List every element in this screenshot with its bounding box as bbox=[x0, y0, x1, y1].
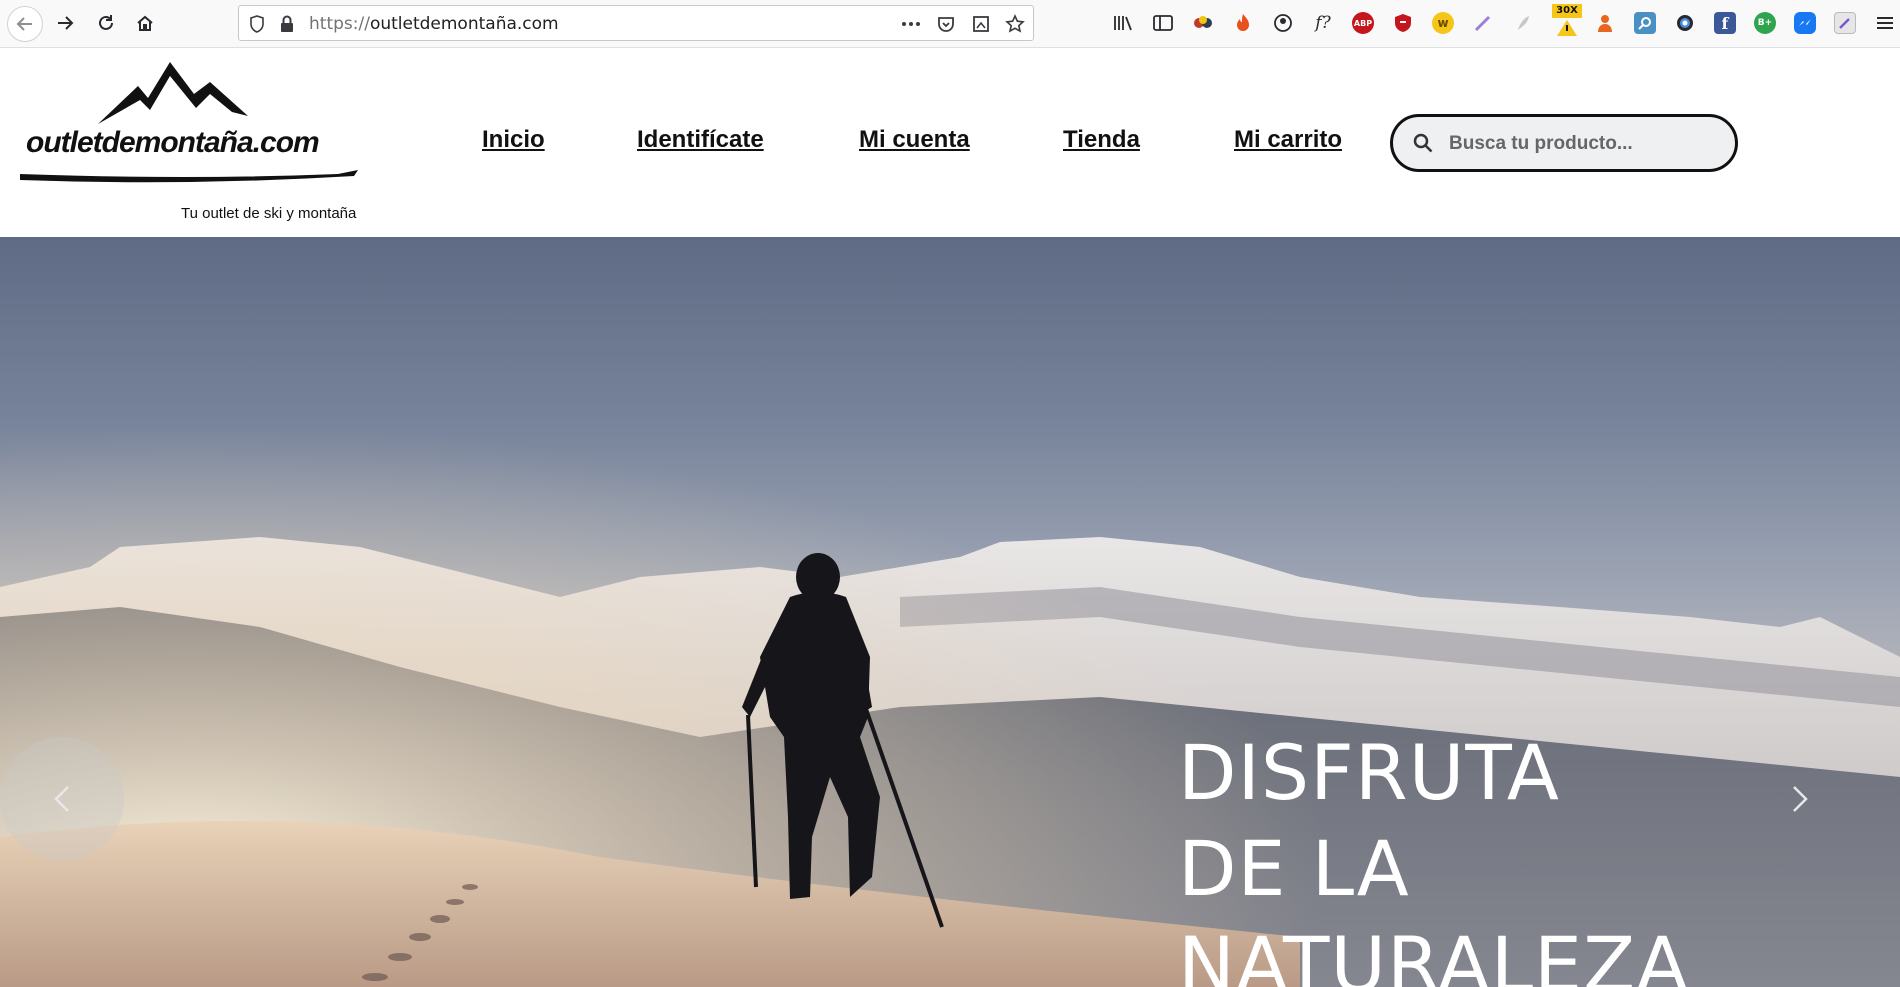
color-picker-icon[interactable] bbox=[1192, 12, 1214, 34]
warning-badge-label: 30X bbox=[1552, 4, 1582, 18]
search-icon bbox=[1413, 133, 1433, 153]
nav-identificate[interactable]: Identifícate bbox=[637, 126, 764, 154]
search-input[interactable] bbox=[1447, 127, 1721, 161]
url-bar[interactable]: https://outletdemontaña.com bbox=[238, 5, 1034, 41]
bookmark-star-icon[interactable] bbox=[1005, 14, 1025, 34]
pocket-icon[interactable] bbox=[936, 14, 956, 34]
arrow-left-icon bbox=[16, 17, 32, 31]
home-button[interactable] bbox=[128, 6, 162, 40]
logo-text: outletdemontaña.com bbox=[26, 126, 320, 159]
hamburger-menu-icon[interactable] bbox=[1874, 12, 1896, 34]
nav-mi-cuenta[interactable]: Mi cuenta bbox=[859, 126, 970, 154]
feather-icon[interactable] bbox=[1512, 12, 1534, 34]
adblock-plus-icon[interactable]: ABP bbox=[1352, 12, 1374, 34]
reload-icon bbox=[99, 15, 113, 30]
flame-icon[interactable] bbox=[1232, 12, 1254, 34]
shield-icon[interactable] bbox=[1392, 12, 1414, 34]
nav-mi-carrito[interactable]: Mi carrito bbox=[1234, 126, 1342, 154]
tracking-shield-icon[interactable] bbox=[247, 14, 267, 34]
hero-headline-line-3: NATURALEZA bbox=[1178, 920, 1690, 987]
home-icon bbox=[137, 15, 153, 31]
arrow-right-icon bbox=[58, 16, 74, 30]
url-protocol: https:// bbox=[309, 14, 370, 34]
w-extension-icon[interactable]: w bbox=[1432, 12, 1454, 34]
site-header: outletdemontaña.com Tu outlet de ski y m… bbox=[0, 48, 1900, 237]
more-actions-icon[interactable] bbox=[901, 14, 921, 34]
url-host: outletdemontaña.com bbox=[369, 14, 559, 34]
reload-button[interactable] bbox=[89, 6, 123, 40]
forward-button[interactable] bbox=[48, 6, 82, 40]
site-logo[interactable]: outletdemontaña.com Tu outlet de ski y m… bbox=[18, 60, 363, 225]
mountain-logo-icon bbox=[98, 62, 248, 124]
slider-prev-button[interactable] bbox=[0, 737, 124, 861]
edit-image-icon[interactable] bbox=[1834, 12, 1856, 34]
lock-icon[interactable] bbox=[277, 14, 297, 34]
back-button[interactable] bbox=[7, 6, 43, 42]
font-finder-icon[interactable]: f? bbox=[1312, 12, 1334, 34]
pen-icon[interactable] bbox=[1472, 12, 1494, 34]
facebook-icon[interactable]: f bbox=[1714, 12, 1736, 34]
warning-badge-icon[interactable]: 30X bbox=[1552, 4, 1582, 38]
logo-tagline: Tu outlet de ski y montaña bbox=[181, 205, 357, 222]
circle-icon[interactable] bbox=[1674, 12, 1696, 34]
account-icon[interactable] bbox=[1272, 12, 1294, 34]
nav-tienda[interactable]: Tienda bbox=[1063, 126, 1140, 154]
sidebar-icon[interactable] bbox=[1152, 12, 1174, 34]
search-box[interactable] bbox=[1390, 114, 1738, 172]
browser-toolbar: https://outletdemontaña.com f? ABP w 30X… bbox=[0, 0, 1900, 48]
library-icon[interactable] bbox=[1112, 12, 1134, 34]
user-orange-icon[interactable] bbox=[1594, 12, 1616, 34]
url-text[interactable]: https://outletdemontaña.com bbox=[309, 14, 559, 34]
hero-headline: DISFRUTA DE LA NATURALEZA bbox=[1178, 725, 1878, 987]
hero-headline-line-2: DE LA bbox=[1178, 824, 1410, 913]
magnifier-icon[interactable] bbox=[1634, 12, 1656, 34]
hero-headline-line-1: DISFRUTA bbox=[1178, 728, 1560, 817]
chevron-left-icon bbox=[54, 786, 69, 812]
logo-underline-icon bbox=[20, 170, 358, 183]
screenshot-icon[interactable] bbox=[971, 14, 991, 34]
hero-slider: DISFRUTA DE LA NATURALEZA bbox=[0, 237, 1900, 987]
messenger-icon[interactable] bbox=[1794, 12, 1816, 34]
b-plus-icon[interactable]: B+ bbox=[1754, 12, 1776, 34]
nav-inicio[interactable]: Inicio bbox=[482, 126, 545, 154]
